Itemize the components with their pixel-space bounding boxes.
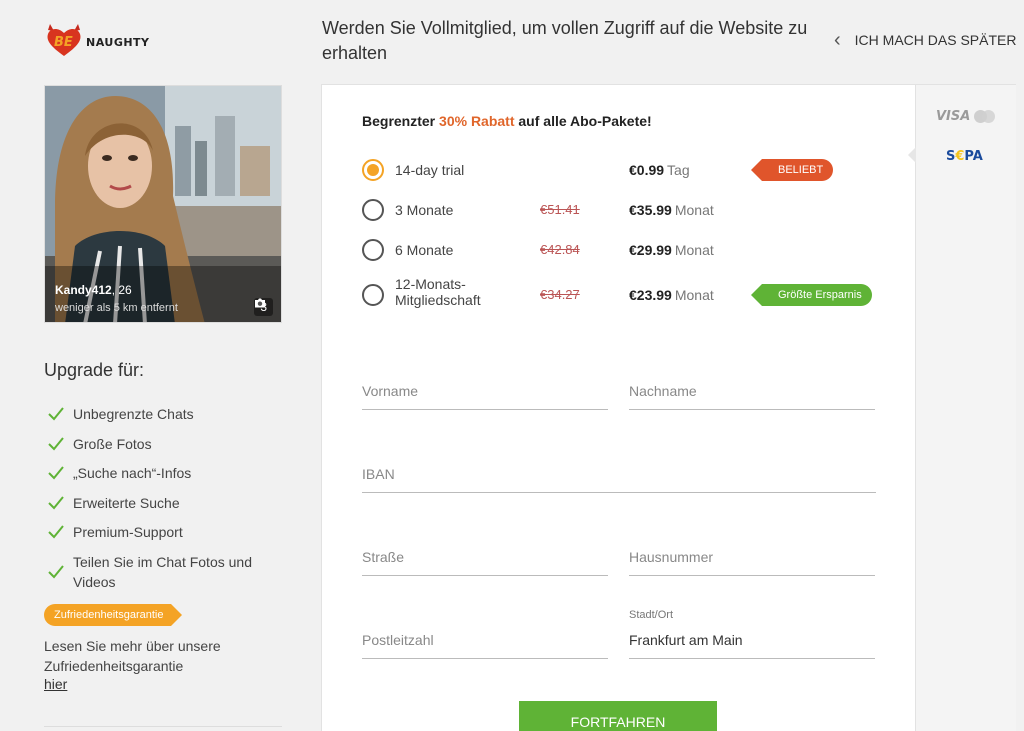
profile-card[interactable]: Kandy412, 26 weniger als 5 km entfernt 3 [44,85,282,323]
plan-name: 14-day trial [395,162,465,178]
plan-old-price: €51.41 [540,202,580,217]
plan-old-price: €34.27 [540,287,580,302]
plan-option-12-months[interactable]: 12-Monats-Mitgliedschaft €34.27 €23.99 Mo… [362,276,902,310]
iban-field[interactable] [362,453,876,493]
feature-label: Große Fotos [73,435,152,452]
payment-methods: VISA S€PA [908,84,1016,731]
page-title: Werden Sie Vollmitglied, um vollen Zugri… [322,18,808,63]
check-icon [48,525,64,539]
selected-method-pointer [908,147,916,163]
feature-label: „Suche nach“-Infos [73,465,192,481]
postcode-field[interactable] [362,619,608,659]
promo-prefix: Begrenzter [362,113,440,129]
house-number-input[interactable] [629,549,875,565]
plan-price-value: €35.99 [629,202,672,218]
house-number-field[interactable] [629,536,875,576]
check-icon [48,407,64,421]
guarantee-text: Lesen Sie mehr über unsere Zufriedenheit… [44,638,221,674]
skip-later-link[interactable]: ‹ ICH MACH DAS SPÄTER [834,30,1016,50]
profile-name: Kandy412, 26 [55,283,132,297]
plan-price-value: €29.99 [629,242,672,258]
first-name-field[interactable] [362,370,608,410]
check-icon [48,495,64,509]
last-name-field[interactable] [629,370,875,410]
list-item: Erweiterte Suche [48,493,268,513]
feature-label: Unbegrenzte Chats [73,406,194,422]
check-icon [48,436,64,450]
list-item: „Suche nach“-Infos [48,463,268,483]
plan-old-price: €42.84 [540,242,580,257]
check-icon [48,466,64,480]
payment-panel: Begrenzter 30% Rabatt auf alle Abo-Paket… [321,84,916,731]
plan-price: €35.99 Monat [629,202,714,218]
sepa-logo-rest: PA [964,149,983,164]
plan-option-trial[interactable]: 14-day trial €0.99 Tag BELIEBT [362,157,902,185]
city-input[interactable] [629,632,875,648]
list-item: Große Fotos [48,434,268,454]
feature-label: Erweiterte Suche [73,494,180,511]
feature-label: Premium-Support [73,524,183,540]
radio-button[interactable] [362,199,384,221]
plan-price-value: €0.99 [629,162,665,178]
iban-input[interactable] [362,466,876,482]
continue-button[interactable]: FORTFAHREN [519,701,717,731]
skip-later-label: ICH MACH DAS SPÄTER [854,32,1017,48]
promo-banner: Begrenzter 30% Rabatt auf alle Abo-Paket… [362,113,652,129]
sepa-payment-option[interactable]: S€PA [946,149,983,164]
plan-unit: Monat [674,287,714,303]
plan-unit: Monat [674,202,714,218]
radio-button[interactable] [362,239,384,261]
plan-price: €0.99 Tag [629,162,690,178]
visa-logo: VISA [936,109,971,124]
chevron-left-icon: ‹ [834,29,841,51]
last-name-input[interactable] [629,383,875,399]
radio-button[interactable] [362,284,384,306]
best-savings-tag: Größte Ersparnis [751,284,872,306]
photo-count-badge[interactable]: 3 [254,298,273,316]
promo-suffix: auf alle Abo-Pakete! [514,113,652,129]
check-icon [48,564,64,578]
plan-option-6-months[interactable]: 6 Monate €42.84 €29.99 Monat [362,237,902,265]
feature-list: Unbegrenzte Chats Große Fotos „Suche nac… [48,404,268,601]
first-name-input[interactable] [362,383,608,399]
guarantee-link[interactable]: hier [44,676,67,692]
feature-label: Teilen Sie im Chat Fotos und Videos [73,553,252,590]
street-input[interactable] [362,549,608,565]
city-label: Stadt/Ort [629,609,674,621]
camera-icon [255,298,266,308]
city-field[interactable]: Stadt/Ort [629,609,875,659]
upgrade-title: Upgrade für: [44,360,145,380]
sepa-logo-s: S [946,149,956,164]
plan-option-3-months[interactable]: 3 Monate €51.41 €35.99 Monat [362,197,902,225]
plan-price: €29.99 Monat [629,242,714,258]
divider [44,726,282,727]
guarantee-badge: Zufriedenheitsgarantie [44,604,183,626]
postcode-input[interactable] [362,632,608,648]
street-field[interactable] [362,536,608,576]
card-payment-option[interactable]: VISA [936,109,996,124]
popular-tag: BELIEBT [750,159,834,181]
plan-unit: Monat [674,242,714,258]
plan-price-value: €23.99 [629,287,672,303]
list-item: Teilen Sie im Chat Fotos und Videos [48,552,268,592]
profile-username: Kandy412 [55,283,112,297]
list-item: Premium-Support [48,522,268,542]
list-item: Unbegrenzte Chats [48,404,268,424]
plan-name: 3 Monate [395,202,454,218]
brand-wordmark: NAUGHTY [86,36,150,49]
plan-name: 12-Monats-Mitgliedschaft [395,276,481,308]
plan-price: €23.99 Monat [629,287,714,303]
svg-text:BE: BE [54,35,73,50]
profile-age: , 26 [111,283,132,297]
profile-distance: weniger als 5 km entfernt [55,302,178,314]
radio-button-selected[interactable] [362,159,384,181]
promo-discount: 30% Rabatt [439,113,515,129]
plan-name: 6 Monate [395,242,454,258]
mastercard-icon [974,109,996,124]
plan-unit: Tag [667,162,690,178]
